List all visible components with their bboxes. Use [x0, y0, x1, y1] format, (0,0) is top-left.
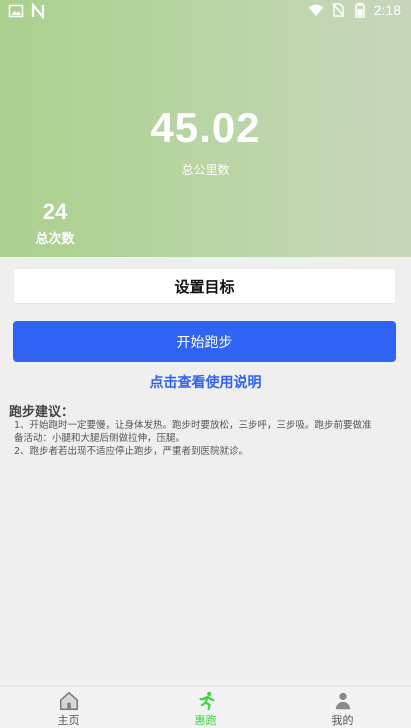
- set-goal-button[interactable]: 设置目标: [14, 269, 395, 303]
- advice-line: 2、跑步者若出现不适应停止跑步，严重者到医院就诊。: [14, 446, 249, 457]
- tab-run-label: 惠跑: [194, 714, 217, 727]
- tab-me[interactable]: 我的: [274, 687, 411, 728]
- usage-instructions-link[interactable]: 点击查看使用说明: [0, 372, 411, 392]
- status-bar: 2:18: [0, 0, 411, 24]
- total-runs-value: 24: [42, 199, 68, 224]
- total-distance-value: 45.02: [150, 104, 261, 151]
- summary-header: 2:18 45.02 总公里数 24 总次数: [0, 0, 411, 257]
- home-icon: [59, 691, 78, 711]
- image-icon: [8, 4, 24, 18]
- total-distance-label: 总公里数: [181, 163, 230, 177]
- tab-home[interactable]: 主页: [0, 687, 137, 728]
- start-running-button[interactable]: 开始跑步: [13, 321, 396, 362]
- advice-line: 备活动：小腿和大腿后侧做拉伸，压腿。: [14, 433, 186, 444]
- wifi-icon: [308, 4, 323, 17]
- running-advice-title: 跑步建议：: [9, 405, 75, 420]
- tab-home-label: 主页: [57, 714, 80, 727]
- no-sim-icon: [332, 3, 345, 17]
- status-left-icons: [8, 3, 46, 19]
- person-icon: [335, 692, 350, 710]
- battery-icon: [355, 3, 365, 18]
- tab-run[interactable]: 惠跑: [137, 687, 274, 728]
- runner-icon: [198, 691, 214, 711]
- notification-n-icon: [31, 3, 45, 19]
- tab-me-label: 我的: [331, 714, 354, 727]
- bottom-tab-bar: 主页 惠跑 我的: [0, 686, 411, 728]
- app-screen: 2:18 45.02 总公里数 24 总次数 设置目标 开始跑步 点击查看使用说…: [0, 0, 411, 728]
- total-runs-label: 总次数: [35, 232, 75, 247]
- status-time: 2:18: [373, 2, 401, 18]
- status-right-icons: 2:18: [308, 2, 401, 18]
- advice-line: 1、开始跑时一定要慢，让身体发热。跑步时要放松，三步呼，三步吸。跑步前要做准: [14, 420, 372, 431]
- running-advice-body: 1、开始跑时一定要慢，让身体发热。跑步时要放松，三步呼，三步吸。跑步前要做准 备…: [14, 419, 405, 458]
